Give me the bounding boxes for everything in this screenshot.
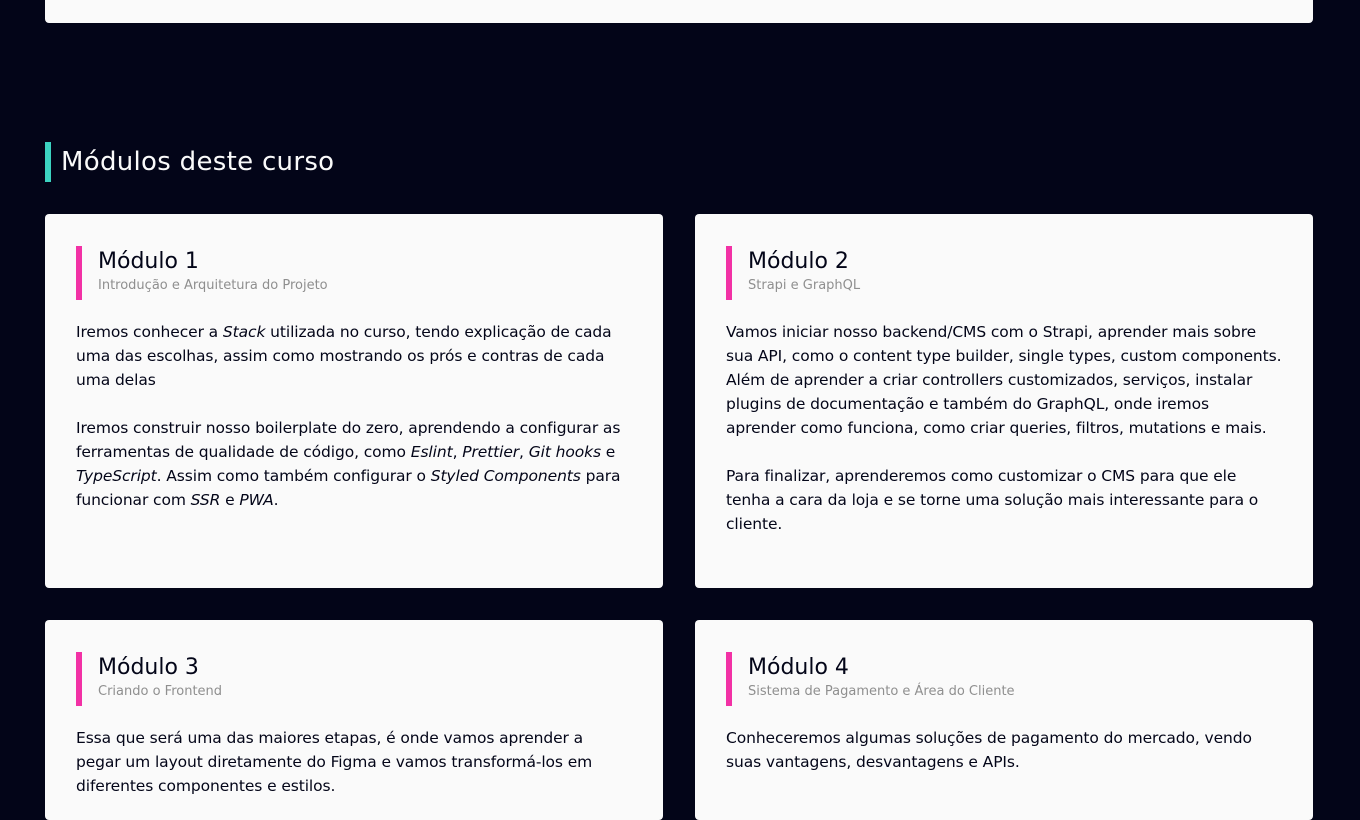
- module-header: Módulo 4 Sistema de Pagamento e Área do …: [726, 652, 1282, 706]
- module-title: Módulo 2: [748, 249, 849, 274]
- module-title: Módulo 3: [98, 655, 199, 680]
- module-card-2: Módulo 2 Strapi e GraphQL Vamos iniciar …: [695, 214, 1313, 588]
- previous-section-card: [45, 0, 1313, 23]
- module-header: Módulo 1 Introdução e Arquitetura do Pro…: [76, 246, 632, 300]
- module-description: Conheceremos algumas soluções de pagamen…: [726, 729, 1252, 771]
- module-subtitle: Sistema de Pagamento e Área do Cliente: [748, 684, 1015, 699]
- module-card-1: Módulo 1 Introdução e Arquitetura do Pro…: [45, 214, 663, 588]
- module-description: Vamos iniciar nosso backend/CMS com o St…: [726, 323, 1282, 437]
- module-description: Iremos conhecer a Stack utilizada no cur…: [76, 323, 612, 389]
- module-title: Módulo 1: [98, 249, 199, 274]
- module-title: Módulo 4: [748, 655, 849, 680]
- module-header: Módulo 3 Criando o Frontend: [76, 652, 632, 706]
- module-card-4: Módulo 4 Sistema de Pagamento e Área do …: [695, 620, 1313, 820]
- section-heading: Módulos deste curso: [45, 142, 334, 182]
- module-card-3: Módulo 3 Criando o Frontend Essa que ser…: [45, 620, 663, 820]
- module-description: Iremos construir nosso boilerplate do ze…: [76, 419, 621, 509]
- module-description: Essa que será uma das maiores etapas, é …: [76, 729, 593, 795]
- module-description: Para finalizar, aprenderemos como custom…: [726, 467, 1259, 533]
- module-subtitle: Criando o Frontend: [98, 684, 223, 699]
- module-subtitle: Strapi e GraphQL: [748, 278, 861, 293]
- module-subtitle: Introdução e Arquitetura do Projeto: [98, 278, 328, 293]
- section-title: Módulos deste curso: [61, 147, 335, 177]
- module-header: Módulo 2 Strapi e GraphQL: [726, 246, 1282, 300]
